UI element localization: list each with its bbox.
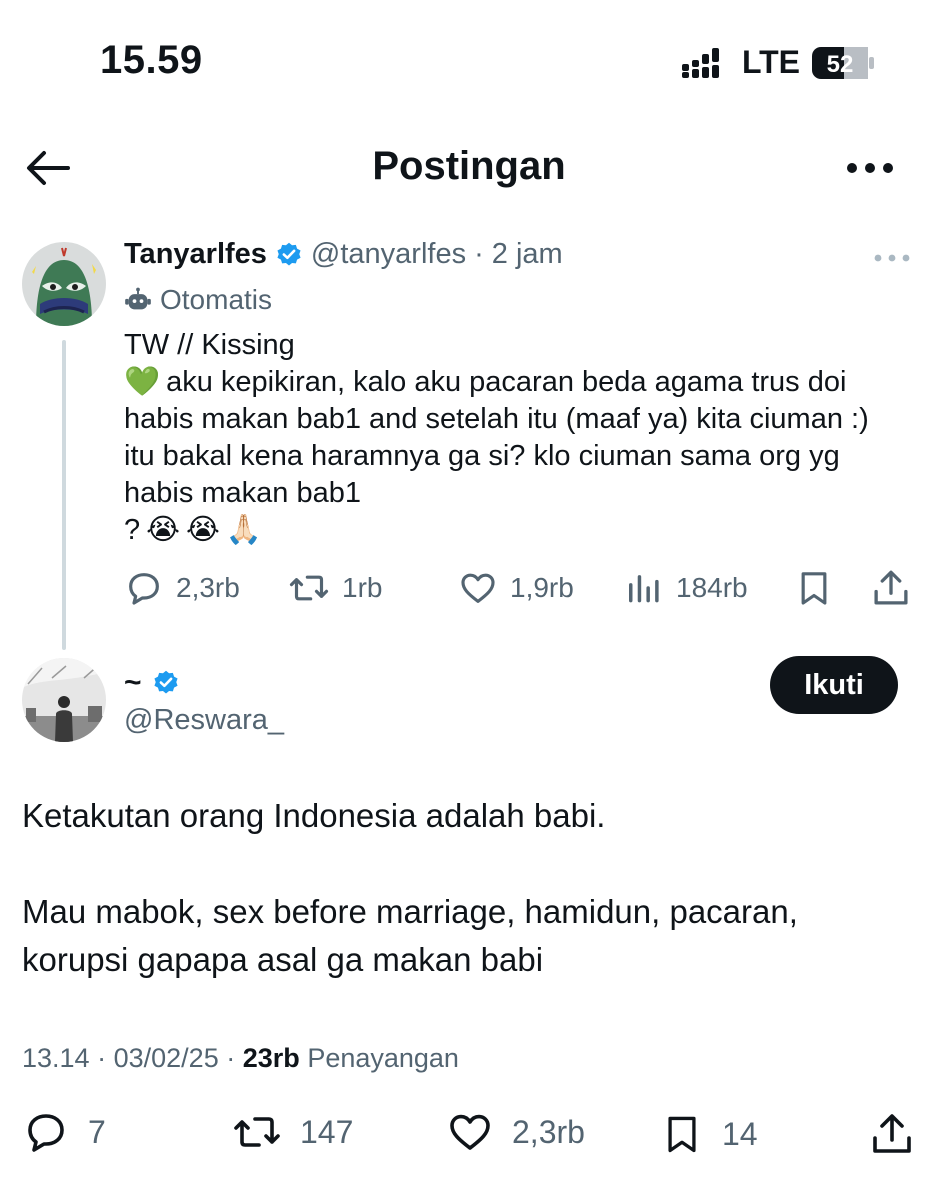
author-handle[interactable]: @tanyarlfes xyxy=(311,238,466,271)
quoted-post-text: TW // Kissing 💚 aku kepikiran, kalo aku … xyxy=(124,327,904,549)
repost-count: 1rb xyxy=(342,572,383,603)
automated-text: Otomatis xyxy=(160,284,273,315)
avatar[interactable] xyxy=(22,658,106,742)
meta-separator: · xyxy=(97,1043,107,1073)
views-label: Penayangan xyxy=(307,1043,459,1073)
share-icon[interactable] xyxy=(870,566,912,610)
status-time: 15.59 xyxy=(100,38,203,82)
robot-icon xyxy=(125,287,151,310)
text-line: ? 😭 😭 🙏🏻 xyxy=(124,512,904,549)
verified-badge-icon xyxy=(277,242,301,265)
bookmark-icon xyxy=(668,1116,696,1153)
post-actions: 7 147 2,3rb 14 xyxy=(0,1108,938,1164)
post-text-line: korupsi gapapa asal ga makan babi xyxy=(22,941,544,978)
like-button[interactable]: 2,3rb xyxy=(446,1108,585,1156)
post-time[interactable]: 2 jam xyxy=(492,238,563,271)
views-count: 184rb xyxy=(676,572,748,603)
reply-count: 2,3rb xyxy=(176,572,240,603)
crying-emoji: 😭 xyxy=(186,514,220,546)
green-heart-emoji: 💚 xyxy=(124,366,161,398)
reply-author-row: ~ xyxy=(124,666,180,700)
post-text-line: Ketakutan orang Indonesia adalah babi. xyxy=(22,797,606,834)
repost-icon xyxy=(289,575,329,601)
signal-icon xyxy=(681,47,719,78)
reply-bubble-icon xyxy=(28,1114,64,1152)
more-horizontal-icon[interactable] xyxy=(872,246,912,270)
author-name[interactable]: ~ xyxy=(124,666,142,700)
post-date[interactable]: 03/02/25 xyxy=(114,1043,219,1073)
heart-icon xyxy=(461,573,495,603)
text-line: habis makan bab1 and setelah itu (maaf y… xyxy=(124,403,869,435)
post-meta: 13.14 · 03/02/25 · 23rb Penayangan xyxy=(22,1043,459,1074)
author-handle[interactable]: @Reswara_ xyxy=(124,704,284,737)
page-title: Postingan xyxy=(372,144,566,188)
reply-bubble-icon xyxy=(129,573,159,605)
text-line: habis makan bab1 xyxy=(124,477,361,509)
share-icon[interactable] xyxy=(868,1108,916,1160)
views-button[interactable]: 184rb xyxy=(626,568,748,608)
like-button[interactable]: 1,9rb xyxy=(458,568,574,608)
bookmark-count: 14 xyxy=(722,1115,758,1152)
praying-hands-emoji: 🙏🏻 xyxy=(225,514,263,546)
heart-icon xyxy=(450,1114,490,1150)
more-options-button[interactable] xyxy=(842,148,898,188)
bookmark-icon[interactable] xyxy=(794,566,834,610)
bookmark-button[interactable]: 14 xyxy=(660,1108,758,1160)
views-count: 23rb xyxy=(242,1043,300,1073)
repost-button[interactable]: 147 xyxy=(232,1108,353,1156)
follow-button[interactable]: Ikuti xyxy=(770,656,898,714)
network-type: LTE xyxy=(741,44,800,80)
repost-icon xyxy=(234,1117,280,1147)
status-bar: 15.59 LTE 52 xyxy=(0,0,938,120)
repost-button[interactable]: 1rb xyxy=(288,568,382,608)
text-segment: aku kepikiran, kalo aku pacaran beda aga… xyxy=(166,366,847,398)
like-count: 1,9rb xyxy=(510,572,574,603)
reply-button[interactable]: 2,3rb xyxy=(124,568,240,608)
quoted-post-header: Tanyarlfes @tanyarlfes · 2 jam xyxy=(124,238,563,271)
crying-emoji: 😭 xyxy=(146,514,181,546)
post-time[interactable]: 13.14 xyxy=(22,1043,90,1073)
author-name[interactable]: Tanyarlfes xyxy=(124,238,267,271)
frog-avatar-image xyxy=(22,242,106,326)
avatar[interactable] xyxy=(22,242,106,326)
text-segment: ? xyxy=(124,514,141,546)
battery-icon: 52 xyxy=(812,46,874,79)
quoted-post-actions: 2,3rb 1rb 1,9rb 184rb xyxy=(124,562,924,612)
reply-count: 7 xyxy=(88,1113,106,1150)
battery-level: 52 xyxy=(827,51,854,78)
automated-label: Otomatis xyxy=(124,284,272,316)
person-photo-avatar-image xyxy=(22,658,106,742)
text-line: 💚 aku kepikiran, kalo aku pacaran beda a… xyxy=(124,364,904,401)
text-line: itu bakal kena haramnya ga si? klo ciuma… xyxy=(124,440,840,472)
reply-button[interactable]: 7 xyxy=(22,1108,106,1156)
more-horizontal-icon xyxy=(847,163,893,173)
bar-chart-icon xyxy=(629,575,659,603)
post-text-line: Mau mabok, sex before marriage, hamidun,… xyxy=(22,893,798,930)
repost-count: 147 xyxy=(300,1113,354,1150)
meta-separator: · xyxy=(474,238,484,270)
thread-connector-line xyxy=(62,340,66,650)
like-count: 2,3rb xyxy=(512,1113,585,1150)
verified-badge-icon xyxy=(153,670,178,694)
status-indicators: LTE 52 xyxy=(681,44,874,81)
meta-separator: · xyxy=(226,1043,236,1073)
text-line: TW // Kissing xyxy=(124,329,295,361)
top-navigation: Postingan xyxy=(0,130,938,202)
